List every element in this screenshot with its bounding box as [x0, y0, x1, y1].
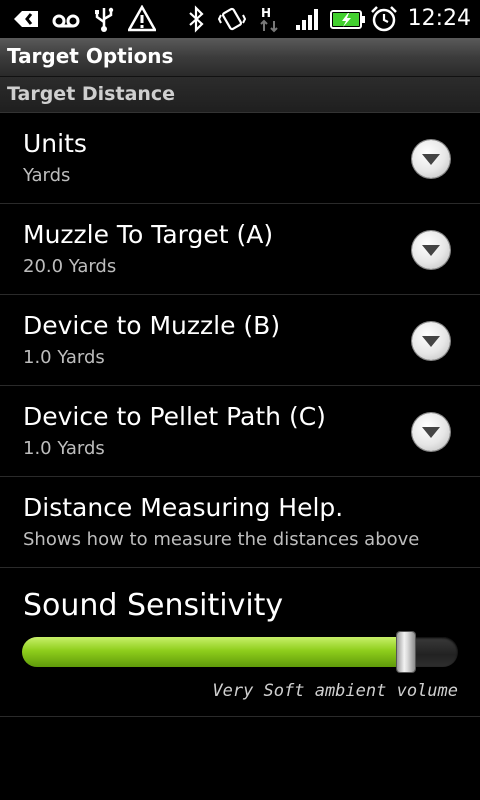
page-title: Target Options	[7, 44, 174, 68]
dropdown-arrow-icon[interactable]	[412, 322, 450, 360]
usb-icon	[95, 7, 114, 32]
preference-title: Device to Pellet Path (C)	[23, 402, 326, 431]
status-bar: H 12:24	[0, 0, 480, 39]
preference-title: Device to Muzzle (B)	[23, 311, 281, 340]
bluetooth-icon	[189, 5, 204, 33]
voicemail-icon	[52, 14, 80, 28]
preference-summary: Yards	[23, 165, 71, 186]
slider-fill	[22, 637, 406, 667]
preference-summary: 1.0 Yards	[23, 438, 105, 459]
preference-summary: 20.0 Yards	[23, 256, 117, 277]
section-title: Target Distance	[7, 83, 176, 105]
back-arrow-icon	[14, 11, 38, 27]
device-to-pellet-path-preference[interactable]: Device to Pellet Path (C) 1.0 Yards	[0, 386, 480, 477]
status-time: 12:24	[407, 6, 471, 31]
preference-summary: Shows how to measure the distances above	[23, 529, 420, 550]
alarm-icon	[371, 6, 397, 32]
preference-title: Muzzle To Target (A)	[23, 220, 274, 249]
dropdown-arrow-icon[interactable]	[412, 140, 450, 178]
divider	[0, 716, 480, 717]
vibrate-icon	[218, 7, 246, 31]
preference-title: Units	[23, 129, 87, 158]
hspa-data-icon: H	[260, 6, 278, 33]
sound-sensitivity-caption: Very Soft ambient volume	[212, 681, 458, 701]
dropdown-arrow-icon[interactable]	[412, 413, 450, 451]
distance-measuring-help-preference[interactable]: Distance Measuring Help. Shows how to me…	[0, 477, 480, 568]
slider-thumb[interactable]	[397, 632, 415, 672]
sound-sensitivity-title: Sound Sensitivity	[23, 588, 284, 623]
battery-charging-icon	[330, 10, 365, 29]
warning-icon	[128, 5, 156, 32]
muzzle-to-target-preference[interactable]: Muzzle To Target (A) 20.0 Yards	[0, 204, 480, 295]
preference-summary: 1.0 Yards	[23, 347, 105, 368]
signal-icon	[296, 9, 318, 30]
device-to-muzzle-preference[interactable]: Device to Muzzle (B) 1.0 Yards	[0, 295, 480, 386]
sound-sensitivity-slider[interactable]	[22, 632, 458, 672]
units-preference[interactable]: Units Yards	[0, 113, 480, 204]
dropdown-arrow-icon[interactable]	[412, 231, 450, 269]
preference-title: Distance Measuring Help.	[23, 493, 344, 522]
section-header: Target Distance	[0, 77, 480, 113]
svg-text:H: H	[261, 6, 271, 20]
title-bar: Target Options	[0, 38, 480, 77]
